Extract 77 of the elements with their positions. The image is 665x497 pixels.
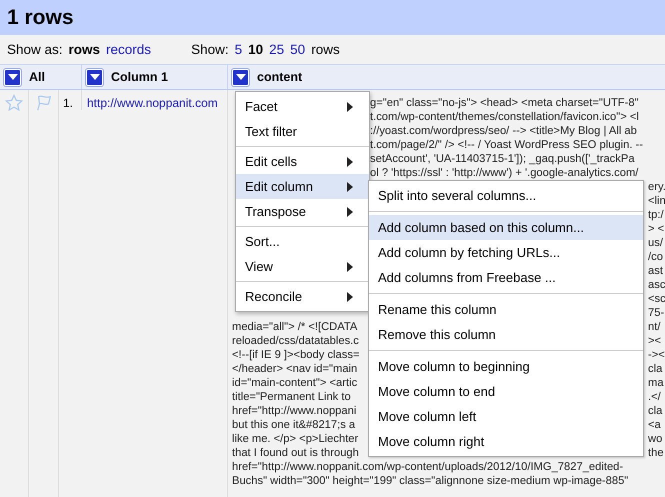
menu-item[interactable]: Sort...: [236, 229, 369, 254]
cell-text-line: media="all"> /* <![CDATA: [232, 320, 358, 334]
view-mode-link[interactable]: records: [106, 42, 152, 57]
cell-text-line: the: [648, 446, 664, 460]
cell-text-line: ://yoast.com/wordpress/seo/ --> <title>My Blog | All ab: [370, 124, 637, 138]
menu-item[interactable]: Edit column: [236, 174, 369, 199]
cell-text-line: reloaded/css/datatables.c: [232, 334, 359, 348]
page-size-link[interactable]: 10: [248, 42, 264, 57]
cell-text-line: </header> <nav id="main: [232, 362, 358, 376]
menu-item[interactable]: Move column left: [369, 404, 643, 429]
menu-item[interactable]: Facet: [236, 94, 369, 119]
view-mode-link[interactable]: rows: [68, 42, 100, 57]
cell-text-line: us/: [648, 236, 663, 250]
cell-text-line: id="main-content"> <artic: [232, 376, 358, 390]
cell-text-line: /co: [648, 250, 663, 264]
cell-text-line: > <: [648, 222, 664, 236]
dropdown-triangle-icon: [90, 74, 100, 80]
cell-text-line: ma: [648, 376, 664, 390]
cell-text-line: cla: [648, 404, 662, 418]
rows-label: rows: [311, 42, 340, 57]
cell-text-line: href="http://www.noppanit.com/wp-content/uploads/2012/10/IMG_7827_edited-: [232, 460, 624, 474]
menu-item[interactable]: Move column to beginning: [369, 354, 643, 379]
cell-text-line: ery.: [648, 180, 665, 194]
cell-text-line: ol ? 'https://ssl' : 'http://www') + '.google-analytics.com/: [370, 166, 638, 180]
column-menu-button[interactable]: [232, 68, 249, 86]
show-as-label: Show as:: [7, 42, 63, 57]
menu-item[interactable]: Rename this column: [369, 297, 643, 322]
cell-text-line: <a: [648, 418, 661, 432]
page-size-link[interactable]: 25: [269, 42, 284, 57]
cell-text-line: setAccount', 'UA-11403715-1']); _gaq.push(['_trackPa: [370, 152, 635, 166]
cell-text-line: tp:/: [648, 208, 664, 222]
menu-item[interactable]: Reconcile: [236, 284, 369, 309]
star-icon[interactable]: [5, 94, 23, 112]
cell-text-line: but this one it&#8217;s a: [232, 418, 356, 432]
menu-item[interactable]: Split into several columns...: [369, 183, 643, 208]
column-name: content: [257, 70, 302, 84]
cell-text-line: like me. </p> <p>Liechter: [232, 432, 358, 446]
column-menu-button[interactable]: [4, 68, 21, 86]
menu-item[interactable]: Edit cells: [236, 149, 369, 174]
cell-text-line: .</: [648, 390, 661, 404]
row-number: 1.: [59, 90, 82, 110]
menu-item[interactable]: Add column based on this column...: [369, 215, 643, 240]
cell-text-line: href="http://www.noppani: [232, 404, 356, 418]
cell-text-line: Buchs" width="300" height="199" class="alignnone size-medium wp-image-885": [232, 474, 628, 488]
menu-item[interactable]: Add columns from Freebase ...: [369, 265, 643, 290]
column-name: All: [29, 70, 45, 84]
cell-text-line: cla: [648, 362, 662, 376]
cell-text-line: <lin: [648, 194, 665, 208]
cell-text-line: 75-: [648, 306, 664, 320]
cell-text-line: t.com/page/2/" /> <!-- / Yoast WordPress SEO plugin. --: [370, 138, 644, 152]
dropdown-triangle-icon: [8, 74, 18, 80]
cell-text-line: asc: [648, 278, 665, 292]
cell-text-line: wo: [648, 432, 662, 446]
cell-text-line: that I found out is through: [232, 446, 359, 460]
column-menu-button[interactable]: [86, 68, 103, 86]
menu-item[interactable]: Remove this column: [369, 322, 643, 347]
page-size-link[interactable]: 50: [290, 42, 306, 57]
cell-text-line: -><: [648, 348, 665, 362]
cell-text-line: ><: [648, 334, 662, 348]
row-count-title: 1 rows: [7, 6, 74, 30]
url-link[interactable]: http://www.noppanit.com: [87, 96, 218, 110]
cell-text-line: title="Permanent Link to: [232, 390, 351, 404]
column-name: Column 1: [111, 70, 168, 84]
menu-item[interactable]: Move column to end: [369, 379, 643, 404]
menu-item[interactable]: Text filter: [236, 119, 369, 144]
menu-item[interactable]: Add column by fetching URLs...: [369, 240, 643, 265]
page-size-link[interactable]: 5: [234, 42, 242, 57]
dropdown-triangle-icon: [236, 74, 246, 80]
show-label: Show:: [191, 42, 229, 57]
cell-text-line: t.com/wp-content/themes/constellation/favicon.ico"> <l: [370, 110, 639, 124]
cell-text-line: <!--[if IE 9 ]><body class=: [232, 348, 360, 362]
cell-text-line: ast: [648, 264, 663, 278]
cell-text-line: nt/: [648, 320, 660, 334]
menu-item[interactable]: Move column right: [369, 429, 643, 454]
cell-text-line: g="en" class="no-js"> <head> <meta charset="UTF-8": [370, 96, 639, 110]
menu-item[interactable]: Transpose: [236, 199, 369, 224]
menu-item[interactable]: View: [236, 254, 369, 279]
